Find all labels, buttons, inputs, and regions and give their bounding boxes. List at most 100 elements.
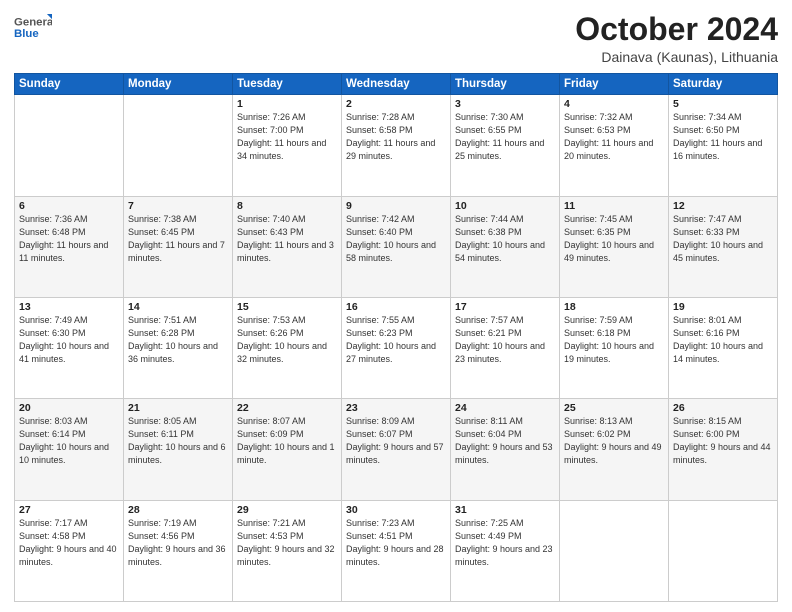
calendar-cell: 31Sunrise: 7:25 AM Sunset: 4:49 PM Dayli… xyxy=(451,500,560,601)
day-number: 20 xyxy=(19,402,119,414)
day-number: 18 xyxy=(564,301,664,313)
calendar-cell: 28Sunrise: 7:19 AM Sunset: 4:56 PM Dayli… xyxy=(124,500,233,601)
day-info: Sunrise: 7:19 AM Sunset: 4:56 PM Dayligh… xyxy=(128,517,228,569)
day-info: Sunrise: 8:11 AM Sunset: 6:04 PM Dayligh… xyxy=(455,415,555,467)
day-info: Sunrise: 8:03 AM Sunset: 6:14 PM Dayligh… xyxy=(19,415,119,467)
calendar-week-5: 27Sunrise: 7:17 AM Sunset: 4:58 PM Dayli… xyxy=(15,500,778,601)
calendar-cell: 19Sunrise: 8:01 AM Sunset: 6:16 PM Dayli… xyxy=(669,297,778,398)
calendar-cell: 13Sunrise: 7:49 AM Sunset: 6:30 PM Dayli… xyxy=(15,297,124,398)
calendar-cell xyxy=(124,95,233,196)
calendar-cell: 8Sunrise: 7:40 AM Sunset: 6:43 PM Daylig… xyxy=(233,196,342,297)
calendar-cell: 25Sunrise: 8:13 AM Sunset: 6:02 PM Dayli… xyxy=(560,399,669,500)
day-info: Sunrise: 8:15 AM Sunset: 6:00 PM Dayligh… xyxy=(673,415,773,467)
day-info: Sunrise: 8:05 AM Sunset: 6:11 PM Dayligh… xyxy=(128,415,228,467)
day-info: Sunrise: 8:13 AM Sunset: 6:02 PM Dayligh… xyxy=(564,415,664,467)
day-number: 3 xyxy=(455,98,555,110)
day-number: 5 xyxy=(673,98,773,110)
day-info: Sunrise: 7:55 AM Sunset: 6:23 PM Dayligh… xyxy=(346,314,446,366)
day-info: Sunrise: 7:40 AM Sunset: 6:43 PM Dayligh… xyxy=(237,213,337,265)
calendar-cell: 15Sunrise: 7:53 AM Sunset: 6:26 PM Dayli… xyxy=(233,297,342,398)
title-area: October 2024 Dainava (Kaunas), Lithuania xyxy=(575,12,778,65)
calendar-cell: 4Sunrise: 7:32 AM Sunset: 6:53 PM Daylig… xyxy=(560,95,669,196)
main-title: October 2024 xyxy=(575,12,778,47)
day-info: Sunrise: 7:23 AM Sunset: 4:51 PM Dayligh… xyxy=(346,517,446,569)
col-tuesday: Tuesday xyxy=(233,74,342,95)
calendar-cell: 23Sunrise: 8:09 AM Sunset: 6:07 PM Dayli… xyxy=(342,399,451,500)
calendar-cell: 20Sunrise: 8:03 AM Sunset: 6:14 PM Dayli… xyxy=(15,399,124,500)
day-number: 8 xyxy=(237,200,337,212)
day-info: Sunrise: 7:53 AM Sunset: 6:26 PM Dayligh… xyxy=(237,314,337,366)
calendar-cell: 1Sunrise: 7:26 AM Sunset: 7:00 PM Daylig… xyxy=(233,95,342,196)
day-info: Sunrise: 7:36 AM Sunset: 6:48 PM Dayligh… xyxy=(19,213,119,265)
day-info: Sunrise: 7:25 AM Sunset: 4:49 PM Dayligh… xyxy=(455,517,555,569)
calendar-cell: 2Sunrise: 7:28 AM Sunset: 6:58 PM Daylig… xyxy=(342,95,451,196)
calendar-cell: 21Sunrise: 8:05 AM Sunset: 6:11 PM Dayli… xyxy=(124,399,233,500)
calendar-week-2: 6Sunrise: 7:36 AM Sunset: 6:48 PM Daylig… xyxy=(15,196,778,297)
day-info: Sunrise: 7:28 AM Sunset: 6:58 PM Dayligh… xyxy=(346,111,446,163)
day-info: Sunrise: 7:59 AM Sunset: 6:18 PM Dayligh… xyxy=(564,314,664,366)
logo: General Blue xyxy=(14,12,52,47)
day-info: Sunrise: 7:49 AM Sunset: 6:30 PM Dayligh… xyxy=(19,314,119,366)
day-info: Sunrise: 7:45 AM Sunset: 6:35 PM Dayligh… xyxy=(564,213,664,265)
calendar-cell: 30Sunrise: 7:23 AM Sunset: 4:51 PM Dayli… xyxy=(342,500,451,601)
day-number: 7 xyxy=(128,200,228,212)
col-friday: Friday xyxy=(560,74,669,95)
page: General Blue October 2024 Dainava (Kauna… xyxy=(0,0,792,612)
day-info: Sunrise: 7:17 AM Sunset: 4:58 PM Dayligh… xyxy=(19,517,119,569)
day-number: 13 xyxy=(19,301,119,313)
calendar-cell: 22Sunrise: 8:07 AM Sunset: 6:09 PM Dayli… xyxy=(233,399,342,500)
day-number: 30 xyxy=(346,504,446,516)
day-number: 22 xyxy=(237,402,337,414)
day-number: 31 xyxy=(455,504,555,516)
calendar-cell: 26Sunrise: 8:15 AM Sunset: 6:00 PM Dayli… xyxy=(669,399,778,500)
col-sunday: Sunday xyxy=(15,74,124,95)
col-saturday: Saturday xyxy=(669,74,778,95)
calendar-cell: 11Sunrise: 7:45 AM Sunset: 6:35 PM Dayli… xyxy=(560,196,669,297)
calendar-cell: 3Sunrise: 7:30 AM Sunset: 6:55 PM Daylig… xyxy=(451,95,560,196)
day-number: 14 xyxy=(128,301,228,313)
day-number: 28 xyxy=(128,504,228,516)
day-number: 29 xyxy=(237,504,337,516)
day-number: 1 xyxy=(237,98,337,110)
calendar-cell: 12Sunrise: 7:47 AM Sunset: 6:33 PM Dayli… xyxy=(669,196,778,297)
calendar-week-1: 1Sunrise: 7:26 AM Sunset: 7:00 PM Daylig… xyxy=(15,95,778,196)
day-number: 24 xyxy=(455,402,555,414)
calendar-cell: 10Sunrise: 7:44 AM Sunset: 6:38 PM Dayli… xyxy=(451,196,560,297)
col-thursday: Thursday xyxy=(451,74,560,95)
day-number: 9 xyxy=(346,200,446,212)
day-info: Sunrise: 7:34 AM Sunset: 6:50 PM Dayligh… xyxy=(673,111,773,163)
day-number: 26 xyxy=(673,402,773,414)
day-info: Sunrise: 7:51 AM Sunset: 6:28 PM Dayligh… xyxy=(128,314,228,366)
day-info: Sunrise: 8:01 AM Sunset: 6:16 PM Dayligh… xyxy=(673,314,773,366)
day-number: 27 xyxy=(19,504,119,516)
calendar-cell: 6Sunrise: 7:36 AM Sunset: 6:48 PM Daylig… xyxy=(15,196,124,297)
calendar-cell xyxy=(15,95,124,196)
logo-text: General Blue xyxy=(14,12,52,47)
calendar: Sunday Monday Tuesday Wednesday Thursday… xyxy=(14,73,778,602)
day-info: Sunrise: 7:26 AM Sunset: 7:00 PM Dayligh… xyxy=(237,111,337,163)
calendar-cell: 7Sunrise: 7:38 AM Sunset: 6:45 PM Daylig… xyxy=(124,196,233,297)
calendar-cell: 14Sunrise: 7:51 AM Sunset: 6:28 PM Dayli… xyxy=(124,297,233,398)
day-number: 23 xyxy=(346,402,446,414)
col-wednesday: Wednesday xyxy=(342,74,451,95)
logo-icon: General Blue xyxy=(14,12,52,42)
calendar-cell: 17Sunrise: 7:57 AM Sunset: 6:21 PM Dayli… xyxy=(451,297,560,398)
day-number: 6 xyxy=(19,200,119,212)
calendar-cell: 16Sunrise: 7:55 AM Sunset: 6:23 PM Dayli… xyxy=(342,297,451,398)
day-info: Sunrise: 7:38 AM Sunset: 6:45 PM Dayligh… xyxy=(128,213,228,265)
day-number: 4 xyxy=(564,98,664,110)
day-number: 25 xyxy=(564,402,664,414)
day-info: Sunrise: 8:09 AM Sunset: 6:07 PM Dayligh… xyxy=(346,415,446,467)
day-number: 21 xyxy=(128,402,228,414)
day-number: 2 xyxy=(346,98,446,110)
calendar-cell: 24Sunrise: 8:11 AM Sunset: 6:04 PM Dayli… xyxy=(451,399,560,500)
day-number: 16 xyxy=(346,301,446,313)
day-info: Sunrise: 7:30 AM Sunset: 6:55 PM Dayligh… xyxy=(455,111,555,163)
day-info: Sunrise: 7:47 AM Sunset: 6:33 PM Dayligh… xyxy=(673,213,773,265)
day-info: Sunrise: 7:32 AM Sunset: 6:53 PM Dayligh… xyxy=(564,111,664,163)
day-number: 10 xyxy=(455,200,555,212)
calendar-week-3: 13Sunrise: 7:49 AM Sunset: 6:30 PM Dayli… xyxy=(15,297,778,398)
day-info: Sunrise: 7:57 AM Sunset: 6:21 PM Dayligh… xyxy=(455,314,555,366)
day-number: 12 xyxy=(673,200,773,212)
calendar-week-4: 20Sunrise: 8:03 AM Sunset: 6:14 PM Dayli… xyxy=(15,399,778,500)
